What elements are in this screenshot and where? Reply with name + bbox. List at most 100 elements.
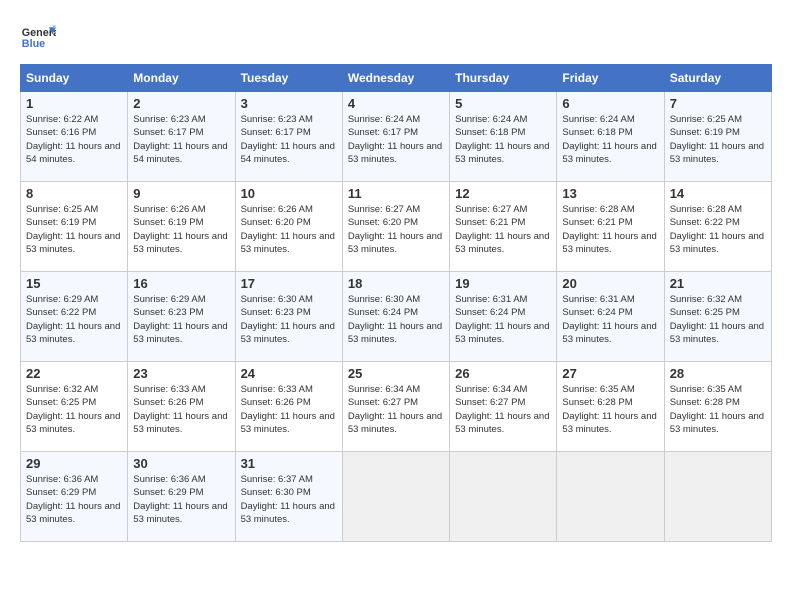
day-info: Sunrise: 6:36 AMSunset: 6:29 PMDaylight:…: [133, 474, 227, 525]
calendar-cell: 21 Sunrise: 6:32 AMSunset: 6:25 PMDaylig…: [664, 272, 771, 362]
header-tuesday: Tuesday: [235, 65, 342, 92]
calendar-cell: 25 Sunrise: 6:34 AMSunset: 6:27 PMDaylig…: [342, 362, 449, 452]
calendar-week-row: 22 Sunrise: 6:32 AMSunset: 6:25 PMDaylig…: [21, 362, 772, 452]
day-number: 3: [241, 96, 337, 111]
calendar-week-row: 8 Sunrise: 6:25 AMSunset: 6:19 PMDayligh…: [21, 182, 772, 272]
calendar-cell: 3 Sunrise: 6:23 AMSunset: 6:17 PMDayligh…: [235, 92, 342, 182]
day-number: 12: [455, 186, 551, 201]
calendar-week-row: 15 Sunrise: 6:29 AMSunset: 6:22 PMDaylig…: [21, 272, 772, 362]
day-number: 25: [348, 366, 444, 381]
day-info: Sunrise: 6:24 AMSunset: 6:18 PMDaylight:…: [455, 114, 549, 165]
day-info: Sunrise: 6:28 AMSunset: 6:21 PMDaylight:…: [562, 204, 656, 255]
day-number: 4: [348, 96, 444, 111]
calendar-cell: 11 Sunrise: 6:27 AMSunset: 6:20 PMDaylig…: [342, 182, 449, 272]
calendar-week-row: 1 Sunrise: 6:22 AMSunset: 6:16 PMDayligh…: [21, 92, 772, 182]
day-number: 24: [241, 366, 337, 381]
day-number: 13: [562, 186, 658, 201]
day-info: Sunrise: 6:26 AMSunset: 6:20 PMDaylight:…: [241, 204, 335, 255]
day-number: 29: [26, 456, 122, 471]
calendar-cell: 30 Sunrise: 6:36 AMSunset: 6:29 PMDaylig…: [128, 452, 235, 542]
calendar-cell: 27 Sunrise: 6:35 AMSunset: 6:28 PMDaylig…: [557, 362, 664, 452]
calendar-cell: 22 Sunrise: 6:32 AMSunset: 6:25 PMDaylig…: [21, 362, 128, 452]
day-info: Sunrise: 6:24 AMSunset: 6:18 PMDaylight:…: [562, 114, 656, 165]
calendar-cell: 20 Sunrise: 6:31 AMSunset: 6:24 PMDaylig…: [557, 272, 664, 362]
calendar-week-row: 29 Sunrise: 6:36 AMSunset: 6:29 PMDaylig…: [21, 452, 772, 542]
header-monday: Monday: [128, 65, 235, 92]
logo: General Blue: [20, 20, 60, 56]
calendar-cell: 2 Sunrise: 6:23 AMSunset: 6:17 PMDayligh…: [128, 92, 235, 182]
calendar-cell: 5 Sunrise: 6:24 AMSunset: 6:18 PMDayligh…: [450, 92, 557, 182]
calendar-cell: 8 Sunrise: 6:25 AMSunset: 6:19 PMDayligh…: [21, 182, 128, 272]
calendar-header-row: SundayMondayTuesdayWednesdayThursdayFrid…: [21, 65, 772, 92]
calendar-cell: [450, 452, 557, 542]
calendar-cell: 29 Sunrise: 6:36 AMSunset: 6:29 PMDaylig…: [21, 452, 128, 542]
day-info: Sunrise: 6:32 AMSunset: 6:25 PMDaylight:…: [26, 384, 120, 435]
calendar-cell: 23 Sunrise: 6:33 AMSunset: 6:26 PMDaylig…: [128, 362, 235, 452]
day-info: Sunrise: 6:29 AMSunset: 6:23 PMDaylight:…: [133, 294, 227, 345]
day-number: 15: [26, 276, 122, 291]
calendar-cell: 18 Sunrise: 6:30 AMSunset: 6:24 PMDaylig…: [342, 272, 449, 362]
day-number: 8: [26, 186, 122, 201]
calendar-cell: 4 Sunrise: 6:24 AMSunset: 6:17 PMDayligh…: [342, 92, 449, 182]
day-info: Sunrise: 6:31 AMSunset: 6:24 PMDaylight:…: [562, 294, 656, 345]
calendar-cell: 19 Sunrise: 6:31 AMSunset: 6:24 PMDaylig…: [450, 272, 557, 362]
day-info: Sunrise: 6:26 AMSunset: 6:19 PMDaylight:…: [133, 204, 227, 255]
calendar-cell: [557, 452, 664, 542]
day-info: Sunrise: 6:30 AMSunset: 6:23 PMDaylight:…: [241, 294, 335, 345]
day-number: 6: [562, 96, 658, 111]
calendar-cell: 15 Sunrise: 6:29 AMSunset: 6:22 PMDaylig…: [21, 272, 128, 362]
day-number: 7: [670, 96, 766, 111]
calendar-table: SundayMondayTuesdayWednesdayThursdayFrid…: [20, 64, 772, 542]
day-number: 31: [241, 456, 337, 471]
day-info: Sunrise: 6:34 AMSunset: 6:27 PMDaylight:…: [348, 384, 442, 435]
day-number: 23: [133, 366, 229, 381]
logo-icon: General Blue: [20, 20, 56, 56]
calendar-cell: 9 Sunrise: 6:26 AMSunset: 6:19 PMDayligh…: [128, 182, 235, 272]
day-info: Sunrise: 6:35 AMSunset: 6:28 PMDaylight:…: [670, 384, 764, 435]
day-info: Sunrise: 6:29 AMSunset: 6:22 PMDaylight:…: [26, 294, 120, 345]
day-info: Sunrise: 6:23 AMSunset: 6:17 PMDaylight:…: [241, 114, 335, 165]
day-number: 5: [455, 96, 551, 111]
day-info: Sunrise: 6:24 AMSunset: 6:17 PMDaylight:…: [348, 114, 442, 165]
day-number: 19: [455, 276, 551, 291]
calendar-cell: 16 Sunrise: 6:29 AMSunset: 6:23 PMDaylig…: [128, 272, 235, 362]
calendar-cell: 12 Sunrise: 6:27 AMSunset: 6:21 PMDaylig…: [450, 182, 557, 272]
day-info: Sunrise: 6:25 AMSunset: 6:19 PMDaylight:…: [26, 204, 120, 255]
day-number: 27: [562, 366, 658, 381]
day-number: 16: [133, 276, 229, 291]
day-info: Sunrise: 6:33 AMSunset: 6:26 PMDaylight:…: [241, 384, 335, 435]
day-info: Sunrise: 6:22 AMSunset: 6:16 PMDaylight:…: [26, 114, 120, 165]
calendar-cell: 1 Sunrise: 6:22 AMSunset: 6:16 PMDayligh…: [21, 92, 128, 182]
calendar-cell: [664, 452, 771, 542]
day-number: 10: [241, 186, 337, 201]
day-info: Sunrise: 6:34 AMSunset: 6:27 PMDaylight:…: [455, 384, 549, 435]
day-info: Sunrise: 6:32 AMSunset: 6:25 PMDaylight:…: [670, 294, 764, 345]
day-number: 11: [348, 186, 444, 201]
calendar-cell: 17 Sunrise: 6:30 AMSunset: 6:23 PMDaylig…: [235, 272, 342, 362]
day-info: Sunrise: 6:37 AMSunset: 6:30 PMDaylight:…: [241, 474, 335, 525]
day-info: Sunrise: 6:33 AMSunset: 6:26 PMDaylight:…: [133, 384, 227, 435]
day-number: 1: [26, 96, 122, 111]
calendar-cell: 26 Sunrise: 6:34 AMSunset: 6:27 PMDaylig…: [450, 362, 557, 452]
day-number: 28: [670, 366, 766, 381]
day-info: Sunrise: 6:27 AMSunset: 6:21 PMDaylight:…: [455, 204, 549, 255]
calendar-cell: 6 Sunrise: 6:24 AMSunset: 6:18 PMDayligh…: [557, 92, 664, 182]
day-number: 9: [133, 186, 229, 201]
day-number: 17: [241, 276, 337, 291]
day-number: 26: [455, 366, 551, 381]
header-saturday: Saturday: [664, 65, 771, 92]
header-wednesday: Wednesday: [342, 65, 449, 92]
svg-text:Blue: Blue: [22, 38, 45, 50]
day-number: 20: [562, 276, 658, 291]
day-number: 2: [133, 96, 229, 111]
day-info: Sunrise: 6:27 AMSunset: 6:20 PMDaylight:…: [348, 204, 442, 255]
day-info: Sunrise: 6:36 AMSunset: 6:29 PMDaylight:…: [26, 474, 120, 525]
calendar-cell: 14 Sunrise: 6:28 AMSunset: 6:22 PMDaylig…: [664, 182, 771, 272]
calendar-cell: 28 Sunrise: 6:35 AMSunset: 6:28 PMDaylig…: [664, 362, 771, 452]
day-number: 21: [670, 276, 766, 291]
header-friday: Friday: [557, 65, 664, 92]
day-info: Sunrise: 6:23 AMSunset: 6:17 PMDaylight:…: [133, 114, 227, 165]
calendar-cell: 31 Sunrise: 6:37 AMSunset: 6:30 PMDaylig…: [235, 452, 342, 542]
calendar-cell: 10 Sunrise: 6:26 AMSunset: 6:20 PMDaylig…: [235, 182, 342, 272]
day-number: 18: [348, 276, 444, 291]
